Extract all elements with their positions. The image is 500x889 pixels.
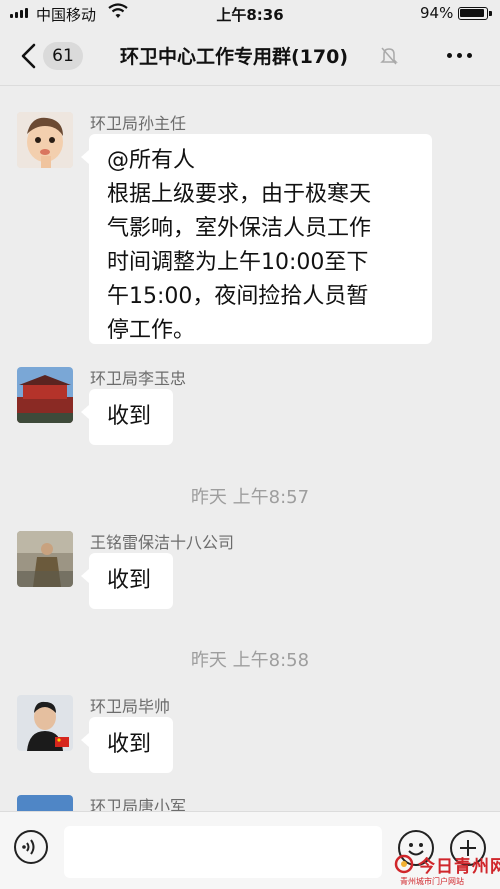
- mute-bell-icon: [380, 46, 398, 66]
- message-line: 收到: [107, 732, 152, 757]
- more-options-icon[interactable]: [447, 53, 472, 58]
- message-bubble[interactable]: 收到: [81, 389, 173, 445]
- message-line: 停工作。: [107, 318, 196, 343]
- message-line: 气影响，室外保洁人员工作: [107, 216, 372, 241]
- message-line: 收到: [107, 404, 152, 429]
- voice-icon[interactable]: [14, 830, 48, 864]
- timestamp: 昨天 上午8:58: [190, 650, 310, 671]
- watermark-subtext: 青州城市门户网站: [400, 877, 464, 886]
- avatar[interactable]: [17, 367, 73, 423]
- message-input[interactable]: [64, 826, 382, 878]
- sender-name: 环卫局孙主任: [90, 114, 187, 133]
- sender-name: 王铭雷保洁十八公司: [90, 533, 235, 552]
- avatar[interactable]: [17, 695, 73, 751]
- avatar[interactable]: [17, 531, 73, 587]
- message-line: 午15:00，夜间捡拾人员暂: [107, 284, 369, 309]
- message-line: @所有人: [107, 148, 196, 173]
- message-bubble[interactable]: 收到: [81, 553, 173, 609]
- battery-percent: 94%: [420, 4, 454, 22]
- message-bubble[interactable]: 收到: [81, 717, 173, 773]
- avatar[interactable]: [17, 112, 73, 168]
- unread-count-badge[interactable]: 61: [43, 42, 83, 70]
- watermark-logo-icon: [394, 854, 414, 874]
- status-bar: 中国移动 上午8:36 94%: [0, 0, 500, 28]
- message-line: 根据上级要求，由于极寒天: [107, 182, 372, 207]
- message-line: 时间调整为上午10:00至下: [107, 250, 369, 275]
- message-line: 收到: [107, 568, 152, 593]
- chat-header: 61 环卫中心工作专用群(170): [0, 28, 500, 86]
- timestamp: 昨天 上午8:57: [190, 487, 310, 508]
- back-chevron-icon[interactable]: [18, 42, 42, 70]
- chat-title: 环卫中心工作专用群(170): [120, 46, 349, 68]
- watermark-text: 今日青州网: [418, 857, 500, 877]
- site-watermark: 今日青州网 青州城市门户网站: [392, 852, 500, 889]
- battery-icon: [458, 7, 492, 20]
- sender-name: 环卫局毕帅: [90, 697, 171, 716]
- message-bubble[interactable]: @所有人 根据上级要求，由于极寒天 气影响，室外保洁人员工作 时间调整为上午10…: [81, 134, 432, 344]
- sender-name: 环卫局李玉忠: [90, 369, 187, 388]
